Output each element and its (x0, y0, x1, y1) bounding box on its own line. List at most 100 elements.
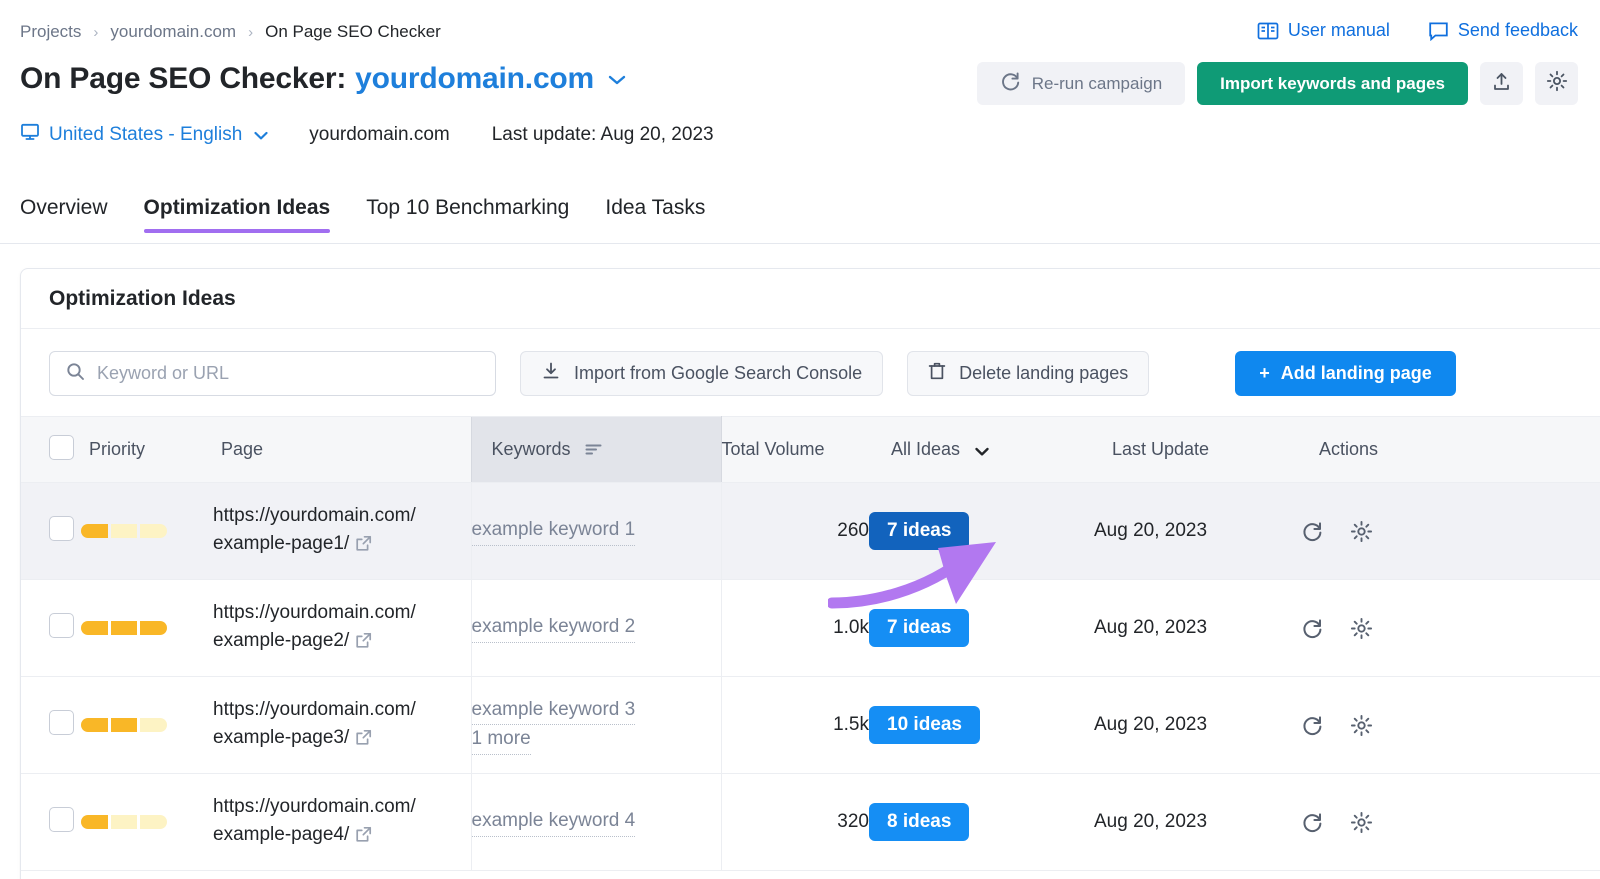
send-feedback-link[interactable]: Send feedback (1428, 20, 1578, 41)
row-refresh-icon[interactable] (1301, 811, 1324, 834)
row-refresh-icon[interactable] (1301, 714, 1324, 737)
page-url-line2: example-page3/ (213, 726, 350, 748)
last-update-cell: Aug 20, 2023 (1094, 579, 1301, 677)
table-row[interactable]: https://yourdomain.com/example-page4/exa… (21, 773, 1600, 871)
table-row[interactable]: https://yourdomain.com/example-page1/exa… (21, 482, 1600, 580)
external-link-icon[interactable] (355, 533, 372, 561)
import-from-gsc-button[interactable]: Import from Google Search Console (520, 351, 884, 396)
sort-icon[interactable] (585, 440, 602, 461)
priority-segment (81, 718, 108, 732)
chevron-down-icon[interactable] (607, 73, 627, 86)
delete-landing-pages-label: Delete landing pages (959, 363, 1129, 383)
breadcrumb-item-domain[interactable]: yourdomain.com (110, 22, 236, 42)
last-update-cell: Aug 20, 2023 (1094, 773, 1301, 871)
actions-cell (1301, 482, 1600, 580)
row-refresh-icon[interactable] (1301, 617, 1324, 640)
col-total-volume[interactable]: Total Volume (721, 416, 869, 483)
col-page[interactable]: Page (213, 416, 471, 483)
download-icon (541, 361, 561, 386)
tab-top-10-benchmarking[interactable]: Top 10 Benchmarking (348, 196, 587, 233)
tab-idea-tasks[interactable]: Idea Tasks (587, 196, 723, 233)
page-url[interactable]: https://yourdomain.com/example-page3/ (213, 696, 471, 754)
col-ideas-filter[interactable]: All Ideas (869, 416, 1094, 483)
row-checkbox[interactable] (49, 709, 74, 735)
priority-segment (110, 718, 138, 732)
refresh-icon (1000, 71, 1021, 97)
col-priority-label: Priority (89, 439, 146, 459)
row-actions (1301, 617, 1600, 640)
table-row[interactable]: https://yourdomain.com/example-page2/exa… (21, 579, 1600, 677)
ideas-badge[interactable]: 10 ideas (869, 706, 980, 744)
row-checkbox[interactable] (49, 806, 74, 832)
select-all-checkbox[interactable] (49, 434, 74, 460)
rerun-campaign-button[interactable]: Re-run campaign (976, 62, 1186, 105)
page-title-prefix: On Page SEO Checker: (20, 62, 347, 95)
last-update-value: Aug 20, 2023 (1094, 617, 1208, 638)
chevron-down-icon[interactable] (974, 446, 990, 457)
breadcrumb-item-projects[interactable]: Projects (20, 22, 81, 42)
card-title: Optimization Ideas (49, 286, 236, 310)
external-link-icon[interactable] (355, 824, 372, 852)
monitor-icon (20, 122, 40, 148)
page-title-domain[interactable]: yourdomain.com (355, 62, 594, 96)
row-checkbox[interactable] (49, 612, 74, 638)
col-priority[interactable]: Priority (81, 416, 213, 483)
speech-bubble-icon (1428, 21, 1449, 41)
tab-overview-label: Overview (20, 196, 108, 219)
priority-segment (140, 621, 168, 635)
col-keywords[interactable]: Keywords (470, 416, 722, 483)
search-box[interactable] (49, 351, 496, 396)
settings-button[interactable] (1535, 62, 1578, 105)
search-input[interactable] (97, 363, 479, 384)
ideas-badge[interactable]: 7 ideas (869, 609, 970, 647)
row-actions (1301, 520, 1600, 543)
user-manual-label: User manual (1287, 20, 1390, 40)
ideas-badge[interactable]: 8 ideas (869, 803, 970, 841)
export-button[interactable] (1480, 62, 1523, 105)
book-icon (1257, 21, 1279, 41)
add-landing-page-button[interactable]: + Add landing page (1235, 351, 1456, 396)
last-update-value: Aug 20, 2023 (1094, 811, 1208, 832)
page-url[interactable]: https://yourdomain.com/example-page1/ (213, 502, 471, 560)
row-refresh-icon[interactable] (1301, 520, 1324, 543)
row-gear-icon[interactable] (1350, 714, 1373, 737)
import-keywords-button[interactable]: Import keywords and pages (1197, 62, 1468, 105)
page-url-line1: https://yourdomain.com/ (213, 601, 416, 623)
tab-bar: Overview Optimization Ideas Top 10 Bench… (20, 196, 723, 233)
locale-label: United States - English (49, 124, 243, 145)
breadcrumb: Projects › yourdomain.com › On Page SEO … (20, 22, 441, 42)
page-url-line2: example-page4/ (213, 823, 350, 845)
locale-selector[interactable]: United States - English (20, 122, 269, 148)
priority-segment (140, 815, 168, 829)
ideas-badge[interactable]: 7 ideas (869, 512, 970, 550)
keyword-link[interactable]: example keyword 1 (471, 516, 636, 546)
last-update-cell: Aug 20, 2023 (1094, 676, 1301, 774)
top-links: User manual Send feedback (1257, 20, 1578, 41)
row-gear-icon[interactable] (1350, 520, 1373, 543)
tab-overview[interactable]: Overview (20, 196, 126, 233)
tab-bar-divider (0, 243, 1600, 244)
keyword-link[interactable]: example keyword 4 (471, 807, 636, 837)
last-update-value: Aug 20, 2023 (1094, 520, 1208, 541)
external-link-icon[interactable] (355, 727, 372, 755)
page-url-line2: example-page1/ (213, 532, 350, 554)
keyword-link[interactable]: example keyword 3 (471, 696, 636, 725)
user-manual-link[interactable]: User manual (1257, 20, 1390, 41)
app-page: Projects › yourdomain.com › On Page SEO … (0, 0, 1600, 879)
page-cell: https://yourdomain.com/example-page2/ (213, 579, 471, 677)
external-link-icon[interactable] (355, 630, 372, 658)
col-last-update[interactable]: Last Update (1094, 416, 1301, 483)
last-update-value: Aug 20, 2023 (1094, 714, 1208, 735)
last-update-cell: Aug 20, 2023 (1094, 482, 1301, 580)
page-url[interactable]: https://yourdomain.com/example-page2/ (213, 599, 471, 657)
total-volume-cell: 1.5k (721, 676, 869, 774)
page-url[interactable]: https://yourdomain.com/example-page4/ (213, 793, 471, 851)
delete-landing-pages-button[interactable]: Delete landing pages (907, 351, 1150, 396)
table-row[interactable]: https://yourdomain.com/example-page3/exa… (21, 676, 1600, 774)
keyword-link[interactable]: example keyword 2 (471, 613, 636, 643)
tab-optimization-ideas[interactable]: Optimization Ideas (126, 196, 349, 233)
row-gear-icon[interactable] (1350, 811, 1373, 834)
row-checkbox[interactable] (49, 515, 74, 541)
row-gear-icon[interactable] (1350, 617, 1373, 640)
keyword-link[interactable]: 1 more (471, 725, 531, 755)
